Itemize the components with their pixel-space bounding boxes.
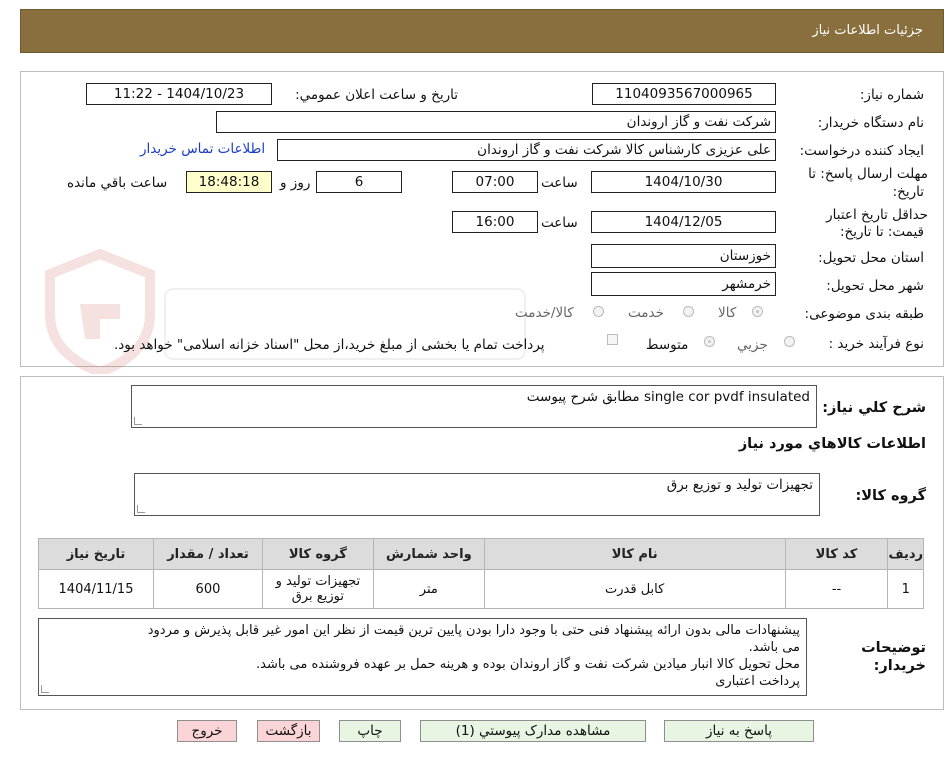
aria-tender-watermark-logo — [45, 248, 526, 374]
table-header-unit: واحد شمارش — [372, 538, 485, 570]
reply-to-need-button[interactable]: پاسخ به نیاز — [664, 720, 814, 742]
buyer-org-label: نام دستگاه خریدار: — [817, 115, 924, 131]
table-cell-need-date: 1404/11/15 — [38, 569, 154, 609]
back-button[interactable]: بازگشت — [257, 720, 320, 742]
resize-grip-icon[interactable] — [137, 505, 145, 513]
need-number-label: شماره نیاز: — [859, 87, 924, 103]
days-remaining-field: 6 — [316, 171, 402, 193]
need-number-field: 1104093567000965 — [592, 83, 776, 105]
province-label: استان محل تحویل: — [818, 250, 924, 266]
print-button[interactable]: چاپ — [339, 720, 401, 742]
buyer-notes-label: توضیحات — [861, 640, 926, 656]
deadline-time-label: ساعت — [541, 175, 578, 191]
process-radio-medium[interactable] — [704, 336, 715, 347]
validity-label: حداقل تاریخ اعتبار — [826, 207, 928, 223]
table-header-row: رديف کد کالا نام کالا واحد شمارش گروه کا… — [38, 538, 924, 570]
buyer-notes-line: می باشد. — [748, 640, 800, 655]
exit-button[interactable]: خروج — [177, 720, 237, 742]
process-radio-partial[interactable] — [784, 336, 795, 347]
table-cell-quantity: 600 — [153, 569, 263, 609]
table-header-quantity: تعداد / مقدار — [153, 538, 263, 570]
process-option-partial: جزیي — [737, 337, 768, 353]
buyer-contact-link[interactable]: اطلاعات تماس خریدار — [140, 141, 265, 157]
deadline-label: مهلت ارسال پاسخ: تا — [808, 166, 928, 182]
buyer-notes-label-2: خریدار: — [873, 658, 926, 674]
general-description-text: single cor pvdf insulated مطابق شرح پیوس… — [526, 389, 810, 405]
table-cell-row-number: 1 — [887, 569, 924, 609]
validity-time-label: ساعت — [541, 215, 578, 231]
goods-section-title: اطلاعات کالاهاي مورد نياز — [738, 436, 926, 452]
buyer-notes-textarea[interactable]: پیشنهادات مالی بدون ارائه پیشنهاد فنی حت… — [38, 618, 807, 696]
days-label: روز و — [280, 175, 311, 191]
table-cell-goods-name: کابل قدرت — [483, 569, 786, 609]
table-header-goods-group: گروه کالا — [261, 538, 374, 570]
requester-label: ایجاد کننده درخواست: — [799, 143, 924, 159]
page-header: جزئیات اطلاعات نیاز — [20, 9, 944, 53]
category-option-goods-service: کالا/خدمت — [515, 305, 574, 321]
process-option-medium: متوسط — [646, 337, 689, 353]
table-cell-goods-code: -- — [784, 569, 889, 609]
process-label: نوع فرآیند خرید : — [828, 336, 924, 352]
goods-group-textarea[interactable]: تجهیزات تولید و توزیع برق — [134, 473, 820, 516]
table-cell-unit: متر — [372, 569, 485, 609]
deadline-date-field: 1404/10/30 — [591, 171, 776, 193]
table-header-need-date: تاريخ نياز — [38, 538, 154, 570]
category-option-service: خدمت — [628, 305, 664, 321]
goods-group-label: گروه کالا: — [855, 488, 926, 504]
general-description-label: شرح کلي نياز: — [822, 400, 926, 416]
buyer-org-field: شرکت نفت و گاز اروندان — [216, 111, 776, 133]
buyer-notes-line: پیشنهادات مالی بدون ارائه پیشنهاد فنی حت… — [147, 623, 800, 638]
city-field: خرمشهر — [591, 272, 776, 296]
category-radio-service[interactable] — [683, 306, 694, 317]
category-option-goods: کالا — [718, 305, 737, 321]
buyer-notes-line: پرداخت اعتباری — [715, 674, 800, 689]
category-radio-goods-service[interactable] — [593, 306, 604, 317]
validity-label-2: قیمت: تا تاریخ: — [840, 224, 924, 240]
table-header-goods-code: کد کالا — [784, 538, 889, 570]
category-label: طبقه بندی موضوعی: — [804, 306, 924, 322]
remaining-time-field: 18:48:18 — [186, 171, 272, 193]
deadline-label-2: تاریخ: — [892, 184, 924, 200]
announce-label: تاریخ و ساعت اعلان عمومي: — [295, 87, 458, 103]
view-attachments-button[interactable]: مشاهده مدارک پیوستي (1) — [420, 720, 646, 742]
validity-time-field: 16:00 — [452, 211, 538, 233]
general-description-textarea[interactable]: single cor pvdf insulated مطابق شرح پیوس… — [131, 385, 817, 428]
table-cell-goods-group: تجهیزات تولید و توزیع برق — [261, 569, 374, 609]
resize-grip-icon[interactable] — [41, 685, 49, 693]
treasury-payment-note: پرداخت تمام یا بخشی از مبلغ خرید،از محل … — [114, 337, 545, 353]
treasury-payment-checkbox[interactable] — [607, 334, 618, 345]
goods-table: رديف کد کالا نام کالا واحد شمارش گروه کا… — [38, 538, 924, 609]
category-radio-goods[interactable] — [752, 306, 763, 317]
deadline-time-field: 07:00 — [452, 171, 538, 193]
page-title: جزئیات اطلاعات نیاز — [812, 23, 923, 38]
buyer-notes-line: محل تحویل کالا انبار میادین شرکت نفت و گ… — [256, 657, 800, 672]
remaining-time-label: ساعت باقي مانده — [67, 175, 168, 191]
announce-datetime-field: 1404/10/23 - 11:22 — [86, 83, 272, 105]
validity-date-field: 1404/12/05 — [591, 211, 776, 233]
resize-grip-icon[interactable] — [134, 417, 142, 425]
goods-group-text: تجهیزات تولید و توزیع برق — [666, 477, 813, 493]
requester-field: علی عزیزی کارشناس کالا شرکت نفت و گاز ار… — [277, 139, 776, 161]
table-header-goods-name: نام کالا — [483, 538, 786, 570]
table-row: 1 -- کابل قدرت متر تجهیزات تولید و توزیع… — [38, 569, 924, 609]
city-label: شهر محل تحویل: — [826, 278, 924, 294]
province-field: خوزستان — [591, 244, 776, 268]
table-header-row-number: رديف — [887, 538, 924, 570]
